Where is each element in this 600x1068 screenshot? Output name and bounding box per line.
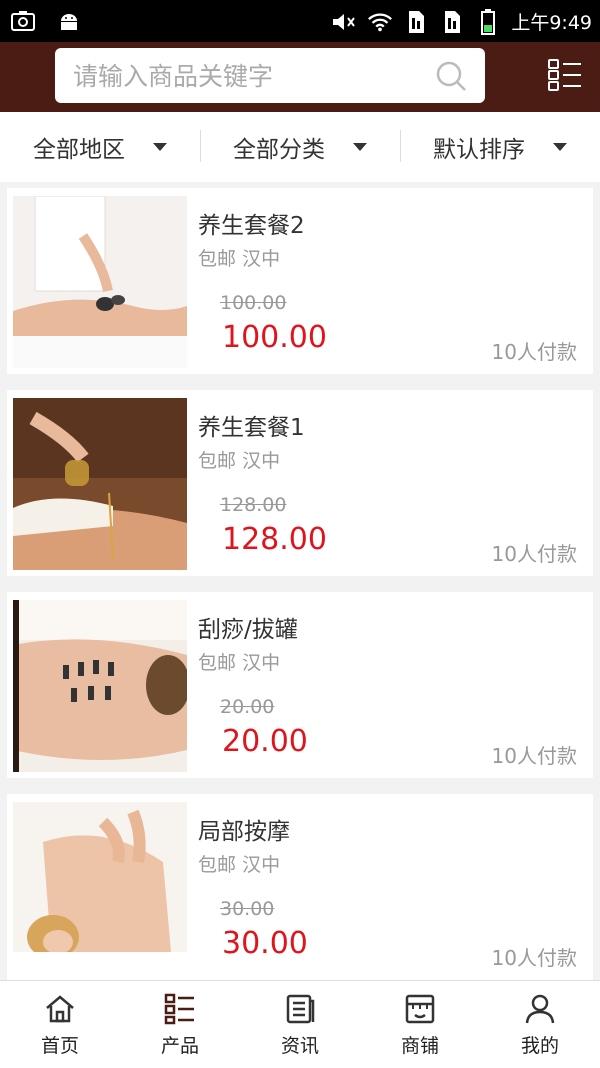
sim2-icon: [439, 9, 465, 35]
sale-price: 30.00: [222, 926, 308, 961]
store-icon: [405, 994, 435, 1024]
search-input[interactable]: [71, 48, 425, 105]
product-name: 刮痧/拔罐: [198, 617, 298, 643]
original-price: 20.00: [220, 696, 275, 718]
product-meta: 包邮 汉中: [198, 446, 280, 473]
original-price: 100.00: [220, 292, 287, 314]
filter-bar: 全部地区 全部分类 默认排序: [0, 112, 600, 182]
category-menu-icon[interactable]: [548, 58, 582, 92]
caret-down-icon: [553, 143, 567, 151]
product-name: 局部按摩: [198, 819, 290, 845]
product-card[interactable]: 养生套餐1 包邮 汉中 128.00 128.00 10人付款: [7, 390, 593, 576]
sold-count: 10人付款: [491, 340, 577, 364]
product-card[interactable]: 刮痧/拔罐 包邮 汉中 20.00 20.00 10人付款: [7, 592, 593, 778]
product-card[interactable]: 养生套餐2 包邮 汉中 100.00 100.00 10人付款: [7, 188, 593, 374]
sold-count: 10人付款: [491, 946, 577, 970]
product-list-icon: [164, 993, 194, 1025]
battery-icon: [475, 8, 501, 35]
filter-sort-label: 默认排序: [433, 137, 525, 163]
search-icon[interactable]: [435, 60, 467, 92]
location-label: 汉中: [242, 652, 281, 674]
wifi-icon: [367, 9, 393, 35]
nav-home[interactable]: 首页: [0, 981, 120, 1068]
mute-icon: [331, 9, 357, 35]
nav-products-label: 产品: [160, 1035, 199, 1057]
product-card[interactable]: 局部按摩 包邮 汉中 30.00 30.00 10人付款: [7, 794, 593, 980]
filter-region-label: 全部地区: [33, 137, 125, 163]
search-header: [0, 42, 600, 112]
sim1-icon: [403, 9, 429, 35]
status-time: 上午9:49: [511, 12, 592, 34]
product-image-oil-massage[interactable]: [13, 398, 187, 570]
sale-price: 100.00: [222, 320, 327, 355]
sold-count: 10人付款: [491, 542, 577, 566]
product-meta: 包邮 汉中: [198, 244, 280, 271]
nav-news-label: 资讯: [280, 1035, 319, 1057]
bottom-nav: 首页 产品 资讯 商铺 我的: [0, 980, 600, 1068]
filter-category-label: 全部分类: [233, 137, 325, 163]
product-image-massage-stones[interactable]: [13, 196, 187, 368]
search-box[interactable]: [55, 48, 485, 105]
filter-category[interactable]: 全部分类: [200, 112, 400, 182]
product-image-cupping[interactable]: [13, 600, 187, 772]
location-label: 汉中: [242, 854, 281, 876]
product-meta: 包邮 汉中: [198, 850, 280, 877]
location-label: 汉中: [242, 450, 281, 472]
screenshot-icon: [10, 8, 36, 34]
nav-store[interactable]: 商铺: [360, 981, 480, 1068]
caret-down-icon: [353, 143, 367, 151]
nav-mine[interactable]: 我的: [480, 981, 600, 1068]
news-icon: [286, 994, 315, 1024]
caret-down-icon: [153, 143, 167, 151]
product-image-back-massage[interactable]: [13, 802, 187, 974]
original-price: 128.00: [220, 494, 287, 516]
sale-price: 128.00: [222, 522, 327, 557]
sold-count: 10人付款: [491, 744, 577, 768]
nav-store-label: 商铺: [400, 1035, 439, 1057]
shipping-label: 包邮: [198, 248, 237, 270]
nav-mine-label: 我的: [520, 1035, 559, 1057]
status-bar: 上午9:49: [0, 0, 600, 42]
shipping-label: 包邮: [198, 854, 237, 876]
nav-products[interactable]: 产品: [120, 981, 240, 1068]
sale-price: 20.00: [222, 724, 308, 759]
original-price: 30.00: [220, 898, 275, 920]
product-meta: 包邮 汉中: [198, 648, 280, 675]
nav-home-label: 首页: [40, 1035, 79, 1057]
filter-sort[interactable]: 默认排序: [400, 112, 600, 182]
shipping-label: 包邮: [198, 652, 237, 674]
user-icon: [525, 994, 555, 1024]
product-name: 养生套餐2: [198, 213, 305, 239]
nav-news[interactable]: 资讯: [240, 981, 360, 1068]
product-name: 养生套餐1: [198, 415, 305, 441]
product-list: 养生套餐2 包邮 汉中 100.00 100.00 10人付款 养生套餐1 包邮…: [7, 188, 593, 996]
location-label: 汉中: [242, 248, 281, 270]
android-icon: [56, 8, 82, 34]
home-icon: [46, 995, 74, 1023]
filter-region[interactable]: 全部地区: [0, 112, 200, 182]
shipping-label: 包邮: [198, 450, 237, 472]
